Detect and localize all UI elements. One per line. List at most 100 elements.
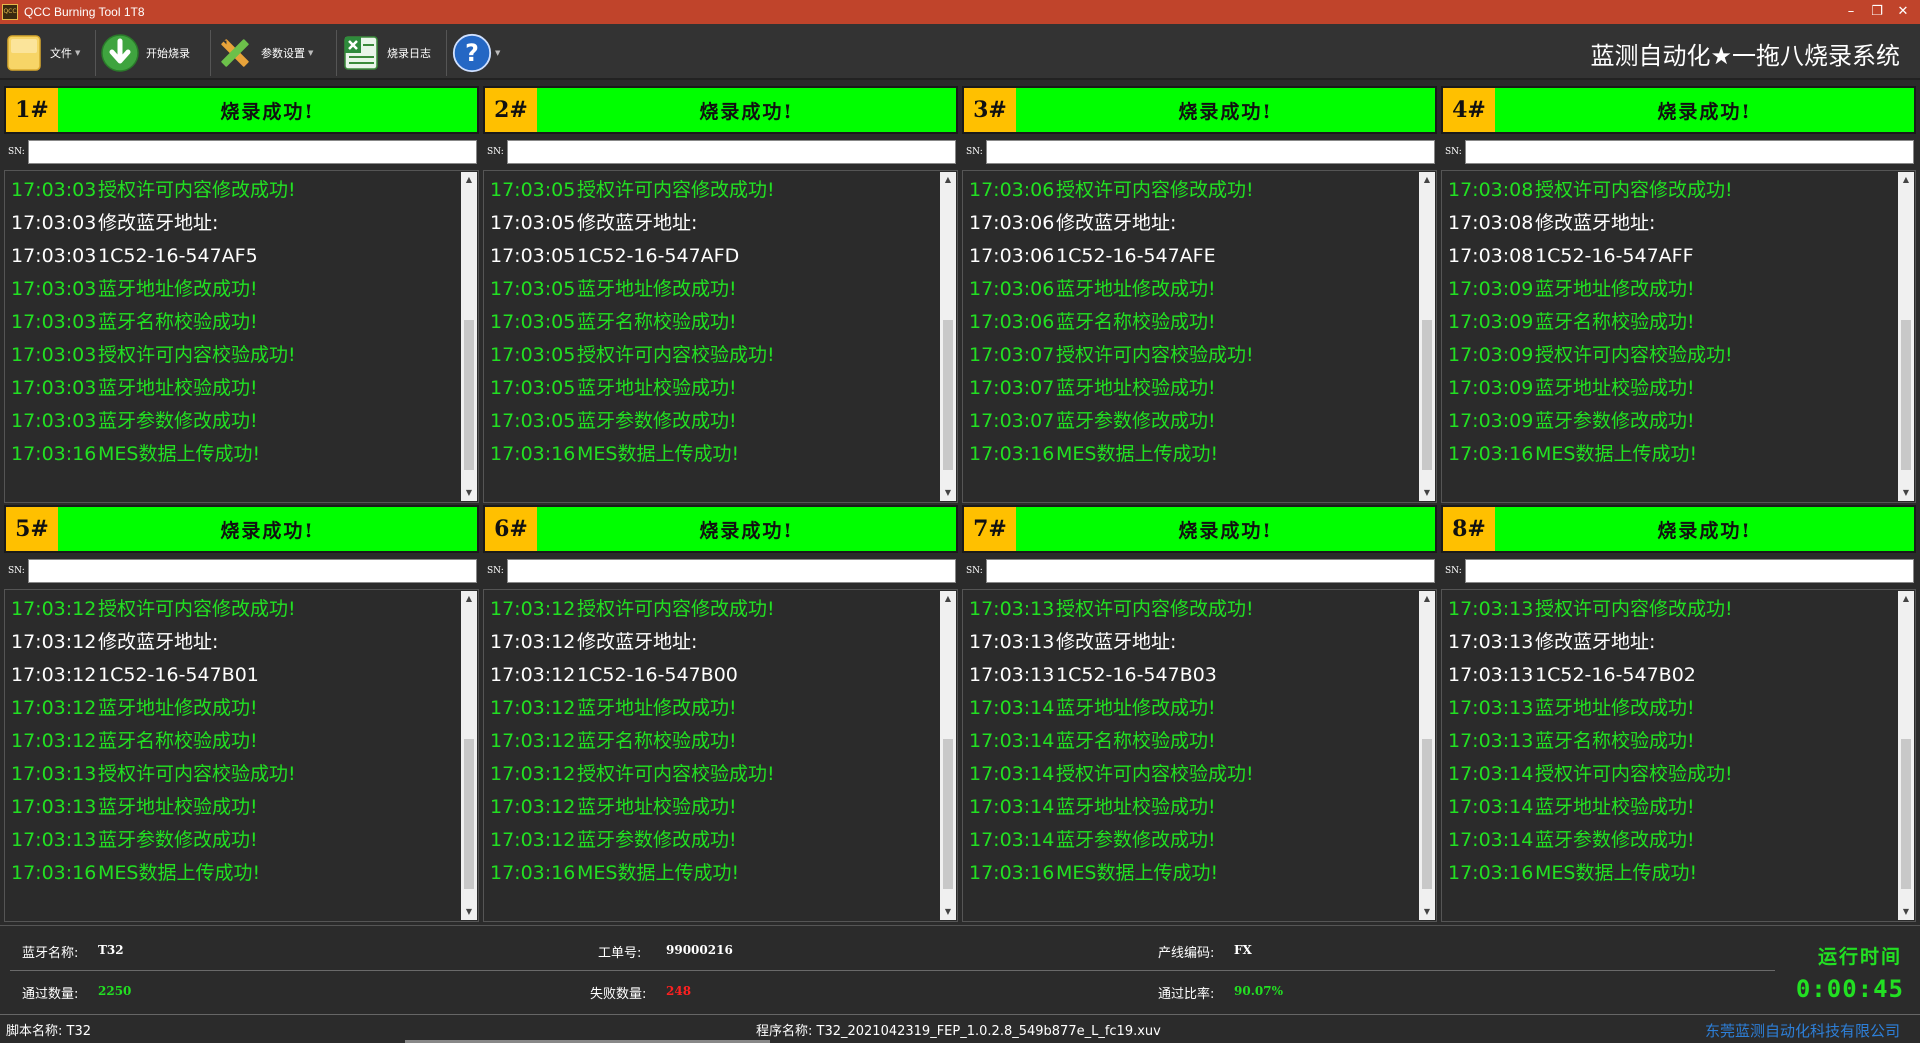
minimize-button[interactable]: –	[1838, 0, 1864, 24]
log-box[interactable]: 17:03:13授权许可内容修改成功! 17:03:13修改蓝牙地址: 17:03:…	[962, 589, 1437, 922]
log-message: 授权许可内容校验成功!	[98, 763, 296, 785]
restore-button[interactable]: ❐	[1864, 0, 1890, 24]
scroll-up-icon[interactable]: ▲	[1419, 172, 1435, 188]
log-line: 17:03:07蓝牙参数修改成功!	[969, 405, 1418, 438]
log-box[interactable]: 17:03:06授权许可内容修改成功! 17:03:06修改蓝牙地址: 17:03:…	[962, 170, 1437, 503]
file-button[interactable]: 文件 ▼	[4, 30, 80, 76]
log-box[interactable]: 17:03:05授权许可内容修改成功! 17:03:05修改蓝牙地址: 17:03:…	[483, 170, 958, 503]
log-message: MES数据上传成功!	[577, 862, 740, 884]
scroll-down-icon[interactable]: ▼	[1419, 904, 1435, 920]
scrollbar-thumb[interactable]	[1901, 320, 1911, 470]
burn-log-button[interactable]: 烧录日志	[341, 30, 431, 76]
log-list: 17:03:05授权许可内容修改成功! 17:03:05修改蓝牙地址: 17:03:…	[484, 171, 939, 502]
scrollbar-thumb[interactable]	[1422, 320, 1432, 470]
log-message: 蓝牙地址校验成功!	[577, 796, 737, 818]
scroll-up-icon[interactable]: ▲	[1419, 591, 1435, 607]
station-status: 烧录成功!	[220, 100, 315, 123]
log-box[interactable]: 17:03:12授权许可内容修改成功! 17:03:12修改蓝牙地址: 17:03:…	[4, 589, 479, 922]
log-message: 蓝牙参数修改成功!	[577, 829, 737, 851]
start-burn-button[interactable]: 开始烧录	[100, 30, 190, 76]
scroll-up-icon[interactable]: ▲	[461, 591, 477, 607]
help-button[interactable]: ? ▼	[452, 30, 500, 76]
scrollbar-thumb[interactable]	[464, 320, 474, 470]
scrollbar-thumb[interactable]	[1422, 739, 1432, 889]
log-message: 蓝牙名称校验成功!	[98, 730, 258, 752]
scroll-down-icon[interactable]: ▼	[1898, 904, 1914, 920]
log-message: 蓝牙参数修改成功!	[98, 410, 258, 432]
log-time: 17:03:12	[490, 697, 576, 719]
log-line: 17:03:07蓝牙地址校验成功!	[969, 372, 1418, 405]
log-list: 17:03:03授权许可内容修改成功! 17:03:03修改蓝牙地址: 17:03:…	[5, 171, 460, 502]
station-status: 烧录成功!	[1178, 100, 1273, 123]
info-divider	[10, 970, 1775, 971]
log-message: MES数据上传成功!	[98, 862, 261, 884]
vertical-scrollbar[interactable]: ▲ ▼	[461, 591, 477, 920]
sn-input[interactable]	[507, 559, 956, 583]
scroll-up-icon[interactable]: ▲	[1898, 172, 1914, 188]
scroll-up-icon[interactable]: ▲	[940, 591, 956, 607]
scroll-down-icon[interactable]: ▼	[1419, 485, 1435, 501]
scroll-up-icon[interactable]: ▲	[1898, 591, 1914, 607]
log-line: 17:03:12蓝牙名称校验成功!	[490, 725, 939, 758]
work-order-label: 工单号:	[598, 946, 642, 961]
log-message: 蓝牙地址修改成功!	[577, 697, 737, 719]
vertical-scrollbar[interactable]: ▲ ▼	[940, 591, 956, 920]
log-line: 17:03:14蓝牙参数修改成功!	[1448, 824, 1897, 857]
vertical-scrollbar[interactable]: ▲ ▼	[1898, 591, 1914, 920]
log-message: 修改蓝牙地址:	[1535, 631, 1656, 653]
info-panel: 蓝牙名称: T32 工单号: 99000216 产线编码: FX 通过数量: 2…	[0, 925, 1920, 1014]
vertical-scrollbar[interactable]: ▲ ▼	[940, 172, 956, 501]
scrollbar-thumb[interactable]	[1901, 739, 1911, 889]
scroll-down-icon[interactable]: ▼	[461, 904, 477, 920]
log-time: 17:03:06	[969, 245, 1055, 267]
scroll-down-icon[interactable]: ▼	[1898, 485, 1914, 501]
sn-input[interactable]	[986, 559, 1435, 583]
scrollbar-thumb[interactable]	[943, 739, 953, 889]
log-message: MES数据上传成功!	[1535, 862, 1698, 884]
log-message: MES数据上传成功!	[1535, 443, 1698, 465]
close-button[interactable]: ✕	[1890, 0, 1916, 24]
sn-input[interactable]	[507, 140, 956, 164]
sn-input[interactable]	[28, 559, 477, 583]
sn-input[interactable]	[28, 140, 477, 164]
log-message: 授权许可内容修改成功!	[1535, 179, 1733, 201]
vertical-scrollbar[interactable]: ▲ ▼	[1898, 172, 1914, 501]
log-box[interactable]: 17:03:03授权许可内容修改成功! 17:03:03修改蓝牙地址: 17:03:…	[4, 170, 479, 503]
pass-count-value: 2250	[98, 984, 132, 998]
sn-input[interactable]	[986, 140, 1435, 164]
log-box[interactable]: 17:03:08授权许可内容修改成功! 17:03:08修改蓝牙地址: 17:03:…	[1441, 170, 1916, 503]
params-settings-button[interactable]: 参数设置 ▼	[215, 30, 313, 76]
vertical-scrollbar[interactable]: ▲ ▼	[1419, 591, 1435, 920]
station-number-badge: 3#	[964, 88, 1016, 132]
scrollbar-thumb[interactable]	[943, 320, 953, 470]
log-box[interactable]: 17:03:13授权许可内容修改成功! 17:03:13修改蓝牙地址: 17:03:…	[1441, 589, 1916, 922]
sn-input[interactable]	[1465, 559, 1914, 583]
pass-rate-value: 90.07%	[1234, 984, 1283, 998]
log-time: 17:03:06	[969, 179, 1055, 201]
download-arrow-icon	[100, 33, 140, 73]
app-icon: QCC	[2, 4, 18, 20]
scroll-down-icon[interactable]: ▼	[940, 485, 956, 501]
scroll-up-icon[interactable]: ▲	[461, 172, 477, 188]
scrollbar-thumb[interactable]	[464, 739, 474, 889]
log-message: 蓝牙参数修改成功!	[1056, 410, 1216, 432]
log-line: 17:03:03蓝牙名称校验成功!	[11, 306, 460, 339]
station-panel-3: 3# 烧录成功! SN: 17:03:06授权许可内容修改成功! 17:03:06修改蓝…	[962, 86, 1437, 504]
log-box[interactable]: 17:03:12授权许可内容修改成功! 17:03:12修改蓝牙地址: 17:03:…	[483, 589, 958, 922]
vertical-scrollbar[interactable]: ▲ ▼	[461, 172, 477, 501]
scroll-down-icon[interactable]: ▼	[461, 485, 477, 501]
scroll-up-icon[interactable]: ▲	[940, 172, 956, 188]
log-message: 蓝牙地址修改成功!	[98, 278, 258, 300]
sn-input[interactable]	[1465, 140, 1914, 164]
sn-label: SN:	[487, 566, 504, 576]
log-message: MES数据上传成功!	[577, 443, 740, 465]
scroll-down-icon[interactable]: ▼	[940, 904, 956, 920]
log-line: 17:03:16MES数据上传成功!	[11, 438, 460, 471]
log-line: 17:03:12修改蓝牙地址:	[11, 626, 460, 659]
chevron-down-icon: ▼	[75, 49, 81, 57]
log-line: 17:03:03蓝牙地址修改成功!	[11, 273, 460, 306]
log-line: 17:03:13授权许可内容修改成功!	[1448, 593, 1897, 626]
log-message: 修改蓝牙地址:	[98, 212, 219, 234]
vertical-scrollbar[interactable]: ▲ ▼	[1419, 172, 1435, 501]
window-title: QCC Burning Tool 1T8	[24, 5, 145, 19]
